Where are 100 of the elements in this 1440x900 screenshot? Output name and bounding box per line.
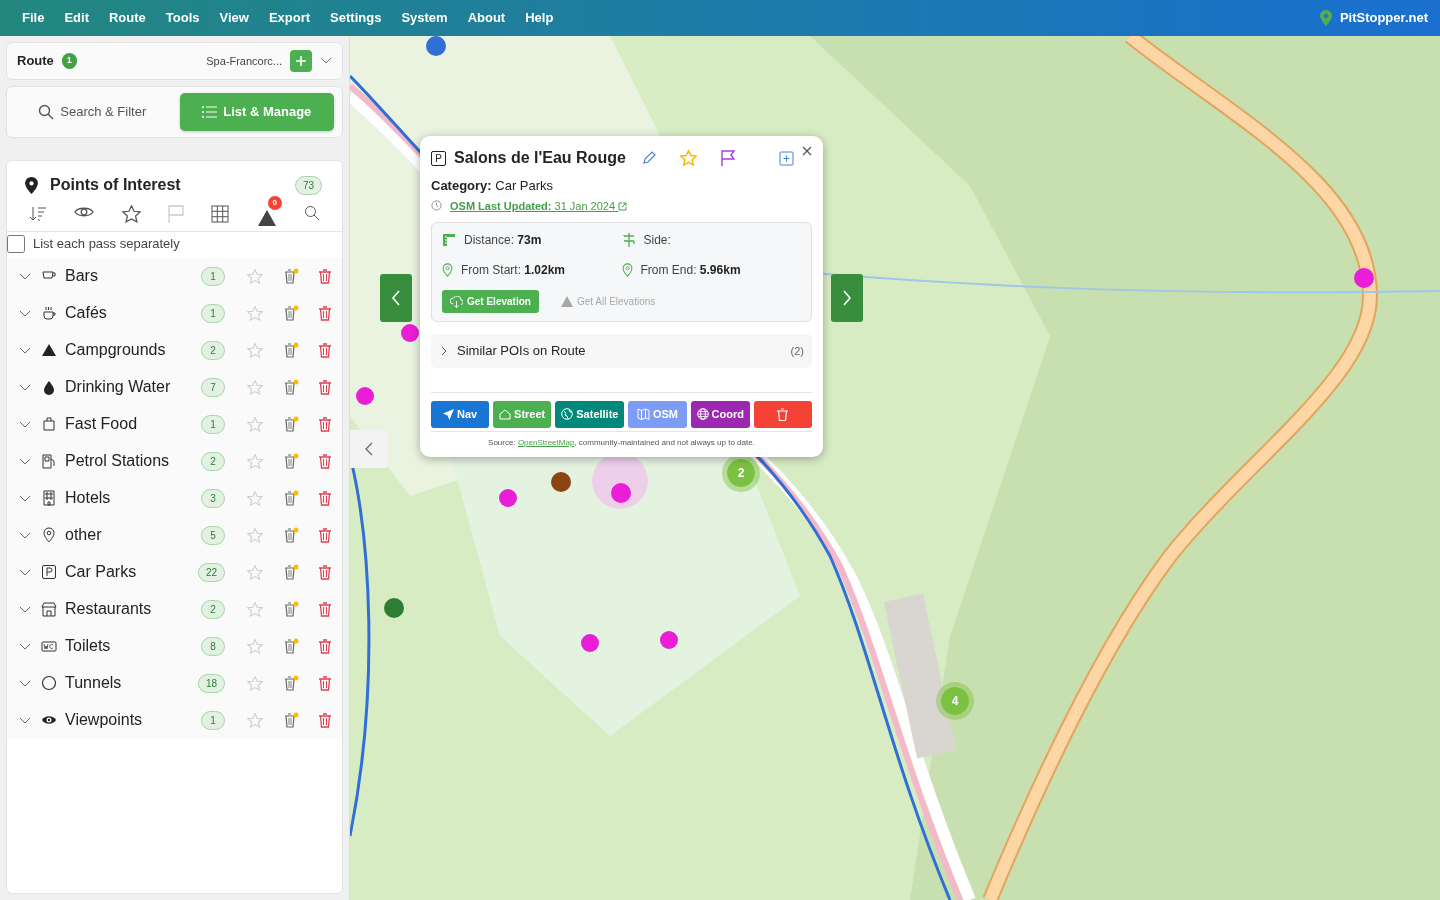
osm-button[interactable]: OSM [628, 400, 687, 428]
menu-item[interactable]: View [209, 8, 259, 28]
trash-icon[interactable] [318, 601, 332, 617]
map-marker[interactable] [499, 489, 517, 507]
trash-star-icon[interactable] [283, 675, 299, 691]
trash-star-icon[interactable] [283, 601, 299, 617]
menu-item[interactable]: Edit [54, 8, 99, 28]
category-name[interactable]: Petrol Stations [65, 449, 201, 473]
map-marker[interactable] [356, 387, 374, 405]
category-name[interactable]: Restaurants [65, 597, 201, 621]
osm-updated-link[interactable]: OSM Last Updated: 31 Jan 2024 [450, 197, 628, 214]
popup-title: Salons de l'Eau Rouge [454, 148, 626, 168]
menu-item[interactable]: Route [98, 8, 156, 28]
warning-icon[interactable] [256, 208, 277, 227]
chevron-down-icon[interactable] [320, 57, 332, 65]
flag-icon[interactable] [720, 150, 735, 166]
trash-icon[interactable] [318, 268, 332, 284]
get-elevation-button[interactable]: Get Elevation [442, 290, 539, 313]
category-name[interactable]: other [65, 523, 201, 547]
category-name[interactable]: Fast Food [65, 412, 201, 436]
map-marker[interactable] [401, 324, 419, 342]
previous-button[interactable] [380, 274, 412, 322]
menu-item[interactable]: About [457, 8, 516, 28]
route-label: Route [17, 52, 54, 71]
category-name[interactable]: Bars [65, 264, 201, 288]
trash-icon [777, 407, 789, 421]
category-name[interactable]: Campgrounds [65, 338, 201, 362]
menu-item[interactable]: File [12, 8, 55, 28]
trash-icon[interactable] [318, 453, 332, 469]
coordinates-button[interactable]: Coord [690, 400, 750, 428]
menu-item[interactable]: System [391, 8, 458, 28]
route-name[interactable]: Spa-Francorc... [206, 52, 282, 70]
delete-button[interactable] [753, 400, 812, 428]
trash-icon[interactable] [318, 564, 332, 580]
external-link-icon [618, 202, 628, 212]
checkbox[interactable] [7, 234, 25, 253]
trash-star-icon[interactable] [283, 490, 299, 506]
trash-icon[interactable] [318, 527, 332, 543]
brand-name[interactable]: PitStopper.net [1339, 8, 1428, 28]
sort-icon[interactable] [28, 205, 47, 223]
menu-item[interactable]: Settings [320, 8, 392, 28]
trash-star-icon[interactable] [283, 453, 299, 469]
category-name[interactable]: Viewpoints [65, 708, 201, 732]
tab[interactable]: Search & Filter [15, 93, 170, 131]
trash-star-icon[interactable] [283, 638, 299, 654]
nav-button[interactable]: Nav [431, 400, 490, 428]
trash-star-icon[interactable] [283, 379, 299, 395]
trash-icon[interactable] [318, 342, 332, 358]
map-marker[interactable] [551, 472, 571, 492]
trash-star-icon[interactable] [283, 305, 299, 321]
chevron-left-icon [365, 442, 373, 456]
map-marker[interactable] [611, 483, 631, 503]
chevron-right-icon [842, 290, 852, 306]
grid-icon[interactable] [211, 205, 230, 223]
star-icon[interactable] [679, 150, 697, 166]
menu-item[interactable]: Export [258, 8, 321, 28]
trash-star-icon[interactable] [283, 527, 299, 543]
category-name[interactable]: Tunnels [65, 671, 198, 695]
menu-item[interactable]: Help [515, 8, 564, 28]
checkbox-label[interactable]: List each pass separately [33, 234, 180, 254]
menu-item[interactable]: Tools [155, 8, 210, 28]
trash-icon[interactable] [318, 379, 332, 395]
category-name[interactable]: Toilets [65, 634, 201, 658]
panel-title: Points of Interest [50, 175, 181, 195]
category-name[interactable]: Hotels [65, 486, 201, 510]
trash-icon[interactable] [318, 638, 332, 654]
similar-pois-row[interactable]: Similar POIs on Route (2) [431, 334, 812, 368]
plus-icon [296, 56, 306, 66]
close-icon[interactable] [802, 146, 812, 156]
trash-star-icon[interactable] [283, 712, 299, 728]
trash-icon[interactable] [318, 305, 332, 321]
map-marker[interactable] [426, 36, 446, 56]
edit-icon[interactable] [641, 151, 656, 165]
eye-icon[interactable] [74, 205, 95, 219]
next-button[interactable] [831, 274, 863, 322]
trash-icon[interactable] [318, 675, 332, 691]
trash-icon[interactable] [318, 712, 332, 728]
category-text: Category: Car Parks [431, 177, 555, 195]
map-marker[interactable] [660, 631, 678, 649]
trash-star-icon[interactable] [283, 342, 299, 358]
street-view-button[interactable]: Street [493, 400, 552, 428]
tab[interactable]: List & Manage [179, 93, 334, 131]
signpost-icon [621, 233, 636, 247]
map-marker[interactable] [1354, 268, 1374, 288]
chevron-right-icon [439, 345, 449, 356]
search-icon[interactable] [304, 205, 321, 221]
satellite-button[interactable]: Satellite [555, 400, 625, 428]
trash-star-icon[interactable] [283, 268, 299, 284]
trash-icon[interactable] [318, 490, 332, 506]
add-route-button[interactable] [290, 50, 312, 72]
category-name[interactable]: Drinking Water [65, 375, 201, 399]
star-icon[interactable] [121, 205, 141, 223]
map-marker[interactable] [384, 598, 404, 618]
category-name[interactable]: Car Parks [65, 560, 198, 584]
trash-icon[interactable] [318, 416, 332, 432]
add-note-icon[interactable] [779, 150, 794, 166]
trash-star-icon[interactable] [283, 416, 299, 432]
map-marker[interactable] [581, 634, 599, 652]
category-name[interactable]: Cafés [65, 301, 201, 325]
trash-star-icon[interactable] [283, 564, 299, 580]
